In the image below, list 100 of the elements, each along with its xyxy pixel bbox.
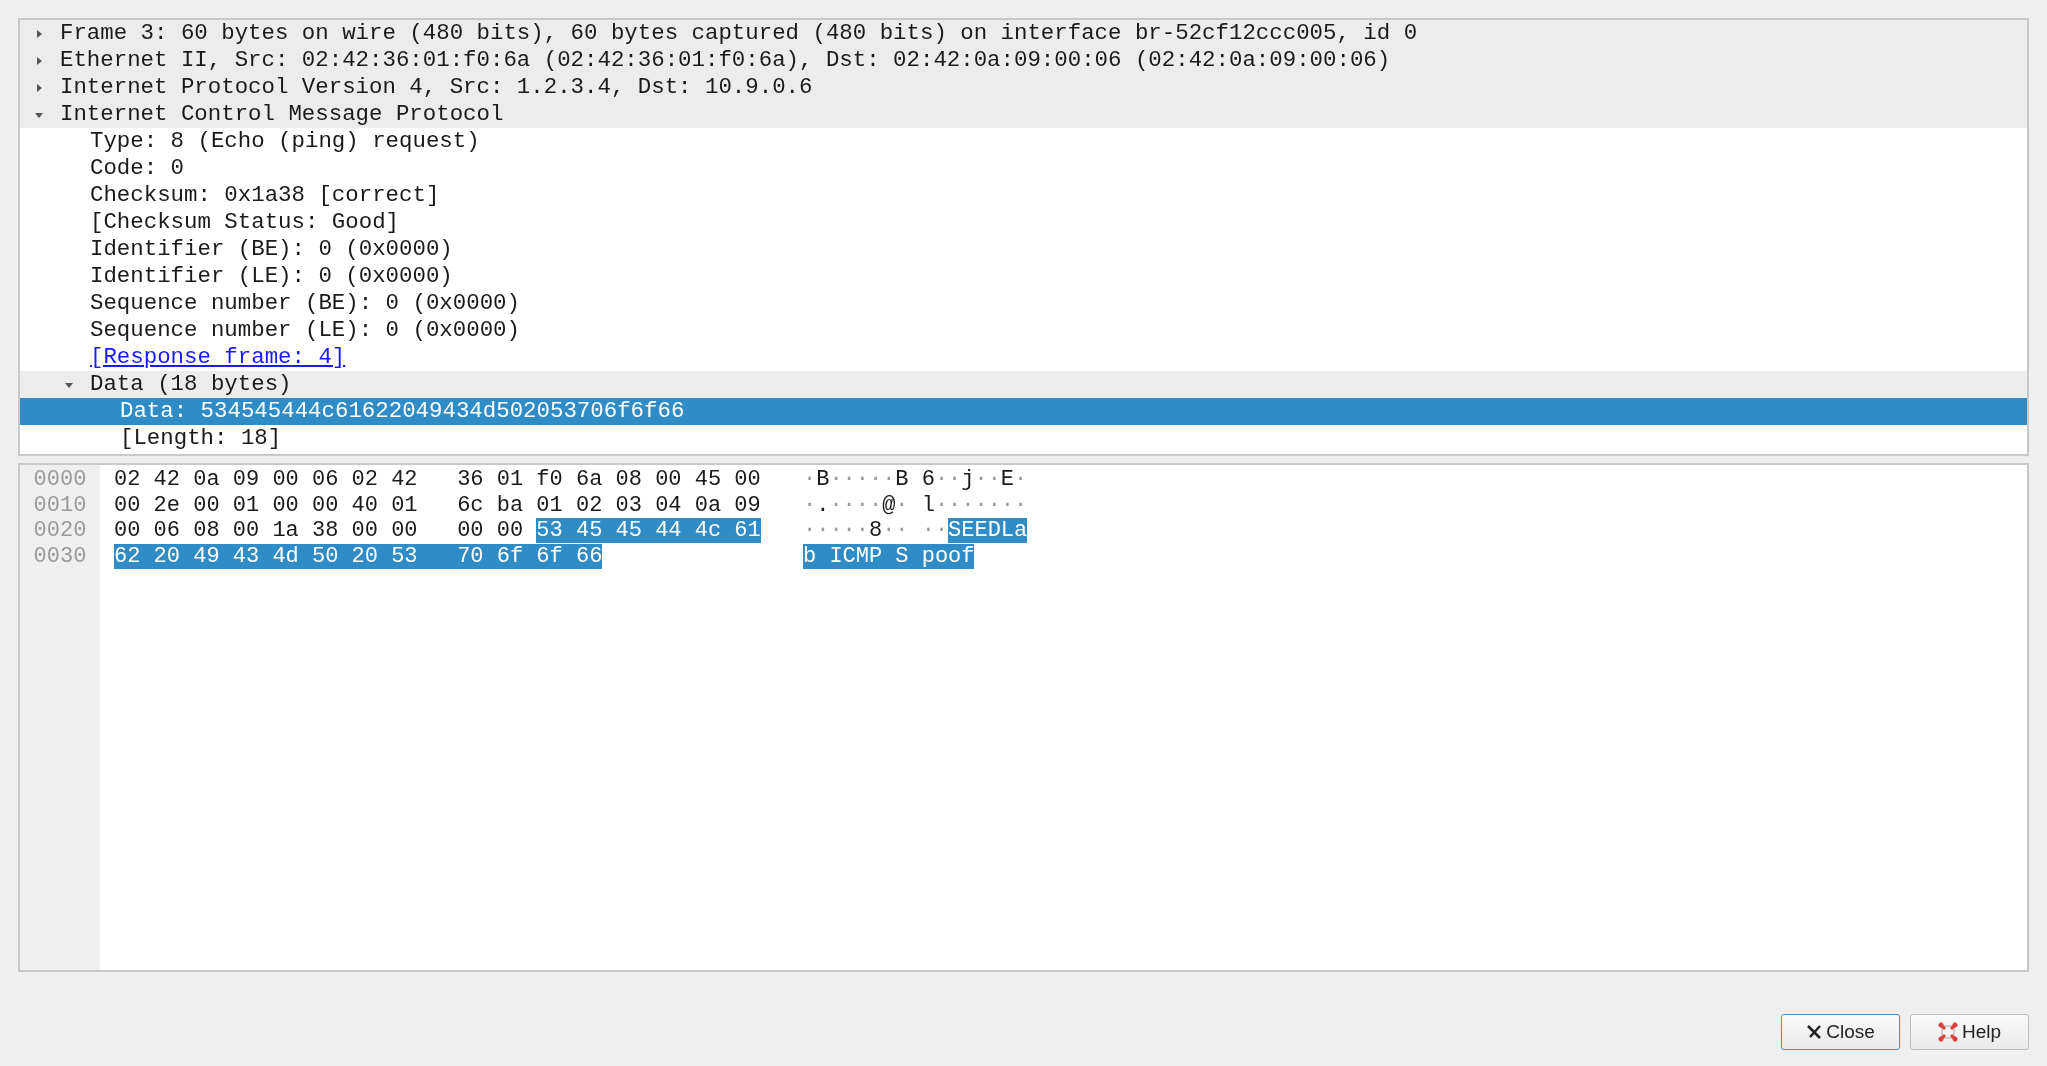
ascii-char[interactable]: I [829, 544, 843, 570]
ascii-char[interactable]: S [895, 544, 922, 570]
hex-byte[interactable]: 50 [311, 544, 352, 570]
hex-byte[interactable]: 45 [575, 518, 616, 544]
hex-byte[interactable]: 6a [575, 467, 603, 493]
hex-byte[interactable]: 00 [391, 518, 418, 544]
hex-byte[interactable]: 00 [655, 467, 682, 493]
hex-byte[interactable]: 1a [272, 518, 299, 544]
byte-offset: 0020 [33, 517, 87, 546]
hex-byte[interactable]: 00 [272, 492, 299, 518]
hex-byte[interactable]: 01 [536, 492, 563, 518]
ascii-char[interactable]: j [961, 467, 975, 493]
hex-byte[interactable]: 66 [575, 544, 603, 570]
tree-item-label: Type: 8 (Echo (ping) request) [90, 126, 480, 156]
hex-byte[interactable]: 4c [694, 518, 735, 544]
tree-row[interactable]: Data (18 bytes) [20, 371, 2027, 398]
byte-offset: 0030 [33, 543, 87, 572]
hex-byte[interactable]: 02 [114, 467, 141, 493]
hex-byte[interactable]: 53 [391, 544, 458, 570]
close-button[interactable]: Close [1781, 1014, 1900, 1050]
tree-row[interactable]: Internet Control Message Protocol [20, 101, 2027, 128]
ascii-char[interactable]: 8 [868, 518, 883, 544]
tree-row[interactable]: Ethernet II, Src: 02:42:36:01:f0:6a (02:42:36:01:f0:6a), Dst: 02:42:0a:09:00:06 (02:42:0a:09:00:06) [20, 47, 2027, 74]
hex-byte[interactable]: 62 [114, 544, 154, 570]
hex-byte[interactable]: 45 [694, 467, 722, 493]
hex-byte[interactable]: 20 [153, 544, 194, 570]
hex-byte[interactable]: 00 [457, 518, 484, 544]
ascii-char[interactable]: B [816, 467, 830, 493]
collapsed-arrow-icon[interactable] [34, 55, 44, 66]
hex-byte[interactable]: 45 [615, 518, 656, 544]
ascii-char[interactable]: 6 [921, 467, 935, 493]
collapsed-arrow-icon[interactable] [34, 82, 44, 93]
hex-byte[interactable]: 49 [193, 544, 233, 570]
tree-item-label: Internet Control Message Protocol [60, 99, 504, 129]
tree-row[interactable]: Frame 3: 60 bytes on wire (480 bits), 60 bytes captured (480 bits) on interface br-52cf12ccc005, id 0 [20, 20, 2027, 47]
ascii-char[interactable]: l [921, 492, 935, 518]
hex-byte[interactable]: 36 [457, 467, 484, 493]
hex-byte[interactable]: 2e [153, 492, 180, 518]
hex-byte[interactable]: 0a [694, 492, 722, 518]
tree-item-label: Identifier (LE): 0 (0x0000) [90, 261, 453, 291]
ascii-char[interactable]: B [895, 467, 909, 493]
hex-byte[interactable]: 00 [232, 518, 260, 544]
hex-byte[interactable]: 03 [615, 492, 642, 518]
tree-item-label: Sequence number (BE): 0 (0x0000) [90, 288, 520, 318]
hex-byte[interactable]: 08 [615, 467, 642, 493]
hex-byte[interactable]: 00 [734, 467, 761, 493]
hex-byte[interactable]: 6f [536, 544, 576, 570]
tree-item-label: [Checksum Status: Good] [90, 207, 400, 237]
tree-item-label: Ethernet II, Src: 02:42:36:01:f0:6a (02:42:36:01:f0:6a), Dst: 02:42:0a:09:00:06 (02:42:0a:09:00:06) [60, 45, 1391, 75]
hex-byte[interactable]: 02 [575, 492, 603, 518]
hex-byte[interactable]: f0 [536, 467, 563, 493]
lifebuoy-icon [1937, 1022, 1958, 1042]
ascii-char[interactable]: . [816, 492, 830, 518]
ascii-char[interactable]: o [948, 544, 962, 570]
hex-byte[interactable]: ba [496, 492, 524, 518]
hex-byte[interactable]: 44 [655, 518, 695, 544]
hex-byte[interactable]: 09 [232, 467, 260, 493]
hex-byte[interactable]: 06 [153, 518, 180, 544]
hex-byte[interactable]: 38 [311, 518, 339, 544]
hex-byte[interactable]: 6c [457, 492, 484, 518]
hex-byte[interactable]: 09 [734, 492, 761, 518]
hex-byte[interactable]: 00 [311, 492, 339, 518]
hex-byte[interactable]: 01 [232, 492, 260, 518]
hex-byte[interactable]: 00 [351, 518, 378, 544]
hex-byte[interactable]: 70 [457, 544, 497, 570]
hex-byte[interactable]: 01 [391, 492, 418, 518]
hex-byte[interactable]: 20 [351, 544, 392, 570]
hex-byte[interactable]: 00 [496, 518, 524, 544]
ascii-char[interactable]: S [948, 518, 962, 544]
ascii-char[interactable]: E [1000, 467, 1014, 493]
hex-byte[interactable]: 06 [311, 467, 339, 493]
hex-byte[interactable]: 43 [232, 544, 273, 570]
help-button[interactable]: Help [1910, 1014, 2029, 1050]
hex-byte[interactable]: 61 [734, 518, 761, 544]
hex-byte[interactable]: 00 [193, 492, 220, 518]
hex-byte[interactable]: 08 [193, 518, 220, 544]
hex-byte[interactable]: 02 [351, 467, 378, 493]
ascii-char[interactable]: a [1014, 518, 1028, 544]
ascii-char[interactable]: b [803, 544, 817, 570]
ascii-char[interactable]: E [974, 518, 988, 544]
ascii-char[interactable]: E [961, 518, 975, 544]
tree-item-label: [Length: 18] [120, 423, 282, 453]
hex-byte[interactable]: 00 [272, 467, 299, 493]
hex-byte[interactable]: 4d [272, 544, 312, 570]
hex-byte[interactable]: 04 [655, 492, 682, 518]
hex-byte[interactable]: 53 [536, 518, 576, 544]
hex-byte[interactable]: 0a [193, 467, 220, 493]
hex-byte[interactable]: 6f [496, 544, 537, 570]
hex-byte[interactable]: 01 [496, 467, 524, 493]
hex-byte[interactable]: 42 [391, 467, 418, 493]
hex-byte[interactable]: 42 [153, 467, 180, 493]
tree-row[interactable]: Internet Protocol Version 4, Src: 1.2.3.4, Dst: 10.9.0.6 [20, 74, 2027, 101]
hex-byte[interactable]: 00 [114, 518, 141, 544]
ascii-char[interactable]: f [961, 544, 975, 570]
close-icon [1806, 1024, 1823, 1040]
hex-byte[interactable]: 00 [114, 492, 141, 518]
hex-byte[interactable]: 40 [351, 492, 378, 518]
tree-row[interactable]: Data: 534545444c61622049434d502053706f6f66 [20, 398, 2027, 425]
collapsed-arrow-icon[interactable] [34, 28, 44, 39]
ascii-char[interactable]: @ [882, 492, 896, 518]
